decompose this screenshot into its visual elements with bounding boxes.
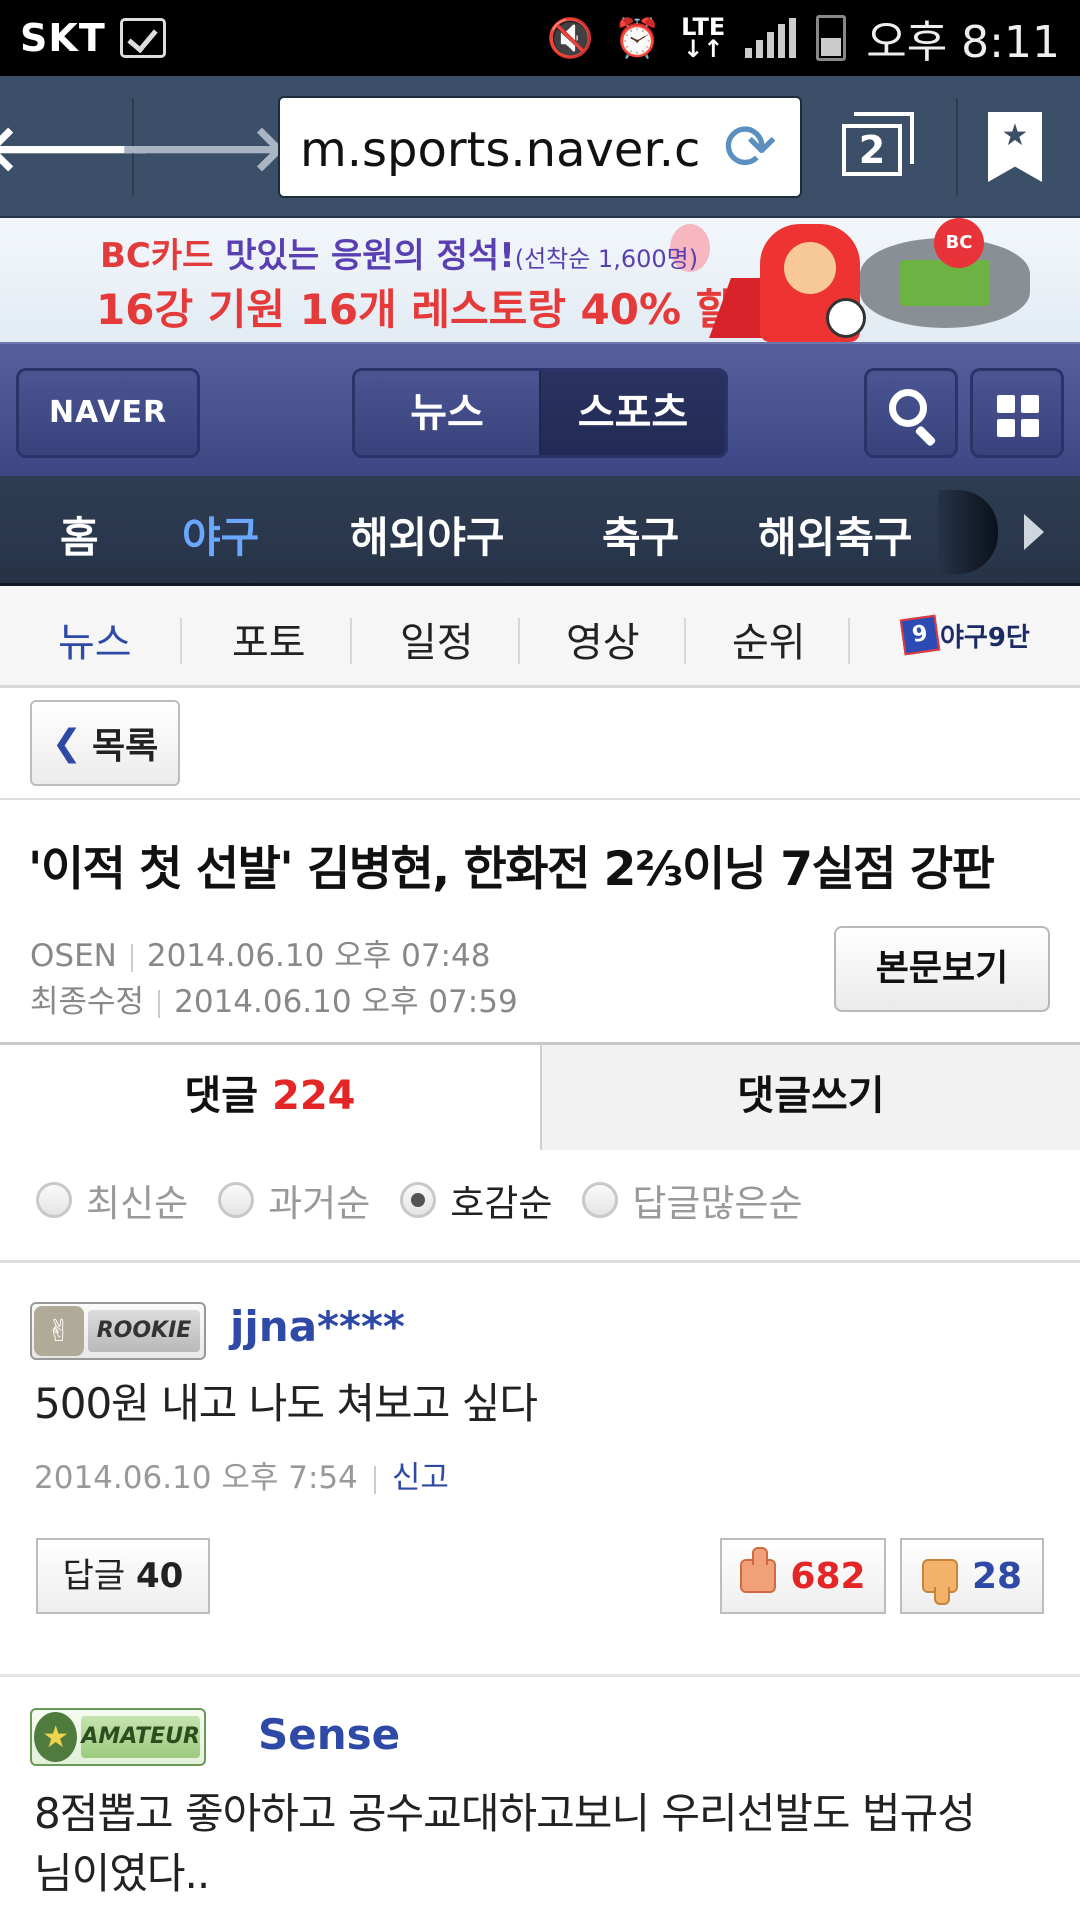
scroll-right-arrow-icon[interactable] — [1024, 514, 1044, 550]
dislike-count: 28 — [971, 1555, 1023, 1597]
comment-username[interactable]: Sense — [258, 1710, 400, 1759]
url-text[interactable]: m.sports.naver.c — [300, 122, 710, 178]
divider — [0, 1260, 1080, 1263]
user-rank-badge: ★ AMATEUR — [30, 1708, 206, 1766]
ad-line-2: 16강 기원 16개 레스토랑 40% 할인 — [96, 285, 773, 334]
divider — [956, 98, 958, 196]
reload-icon[interactable]: ⟳ — [714, 112, 786, 184]
bc-logo: BC — [934, 218, 984, 268]
comment-count: 224 — [272, 1073, 356, 1119]
chevron-left-icon: ❮ — [51, 722, 82, 764]
medal-icon: ★ — [34, 1712, 78, 1762]
ad-banner[interactable]: BC카드 맛있는 응원의 정석!(선착순 1,600명) 16강 기원 16개 … — [0, 218, 1080, 342]
status-bar: SKT 🔇 ⏰ LTE ↓↑ 오후 8:11 — [0, 0, 1080, 76]
comment-text: 500원 내고 나도 쳐보고 싶다 — [34, 1379, 538, 1428]
category-home[interactable]: 홈 — [60, 504, 99, 565]
radio-selected-icon[interactable] — [400, 1182, 437, 1218]
scroll-fade — [938, 490, 998, 574]
article-published-date: 2014.06.10 오후 07:48 — [146, 938, 491, 974]
article-source: OSEN — [30, 938, 117, 974]
category-overseas-soccer[interactable]: 해외축구 — [758, 504, 913, 565]
comment-tabs: 댓글 224 댓글쓰기 — [0, 1042, 1080, 1150]
radio-icon[interactable] — [36, 1182, 72, 1218]
subtab-photo[interactable]: 포토 — [232, 610, 306, 668]
tab-write-comment[interactable]: 댓글쓰기 — [540, 1045, 1080, 1150]
like-button[interactable]: 682 — [720, 1538, 886, 1614]
tab-comments[interactable]: 댓글 224 — [0, 1045, 540, 1150]
address-bar[interactable]: m.sports.naver.c ⟳ — [278, 96, 802, 198]
divider — [0, 1674, 1080, 1677]
mute-icon: 🔇 — [546, 15, 594, 60]
divider — [0, 798, 1080, 800]
carrier-label: SKT — [20, 16, 106, 60]
mascot-face-image — [784, 242, 836, 294]
back-button[interactable]: 🡐 — [0, 76, 153, 218]
comment-meta: 2014.06.10 오후 7:54 신고 — [34, 1452, 449, 1497]
dislike-button[interactable]: 28 — [900, 1538, 1044, 1614]
category-soccer[interactable]: 축구 — [602, 504, 679, 565]
bookmark-button[interactable]: ★ — [988, 112, 1042, 182]
sort-newest[interactable]: 최신순 — [36, 1173, 188, 1227]
comment-date: 2014.06.10 오후 7:54 — [34, 1460, 358, 1496]
peace-hand-icon: ✌ — [34, 1306, 84, 1356]
sports-category-nav: 홈 야구 해외야구 축구 해외축구 — [0, 476, 1080, 586]
tab-sports[interactable]: 스포츠 — [539, 371, 725, 455]
ad-line-1: BC카드 맛있는 응원의 정석!(선착순 1,600명) — [100, 236, 699, 276]
article-headline: '이적 첫 선발' 김병현, 한화전 2⅔이닝 7실점 강판 — [28, 842, 995, 897]
radio-icon[interactable] — [582, 1182, 619, 1218]
subtab-news[interactable]: 뉴스 — [58, 610, 132, 668]
bookmark-icon: ★ — [1001, 118, 1029, 153]
comment-text: 8점뽑고 좋아하고 공수교대하고보니 우리선발도 법규성 님이였다.. — [34, 1789, 976, 1898]
article-modified-meta: 최종수정 2014.06.10 오후 07:59 — [30, 976, 518, 1021]
reply-count: 40 — [136, 1556, 184, 1596]
article-modified-date: 2014.06.10 오후 07:59 — [174, 984, 518, 1020]
subtab-ranking[interactable]: 순위 — [732, 610, 806, 668]
signal-icon — [745, 18, 797, 58]
category-overseas-baseball[interactable]: 해외야구 — [350, 504, 505, 565]
sort-most-replies[interactable]: 답글많은순 — [582, 1173, 803, 1227]
sort-likes[interactable]: 호감순 — [400, 1173, 552, 1227]
search-button[interactable] — [864, 368, 958, 458]
forward-button[interactable]: 🡒 — [117, 76, 289, 218]
sort-oldest[interactable]: 과거순 — [218, 1173, 370, 1227]
tab-news[interactable]: 뉴스 — [355, 371, 539, 455]
user-rank-badge: ✌ ROOKIE — [30, 1302, 206, 1360]
forward-arrow-icon: 🡒 — [117, 111, 289, 186]
subtab-video[interactable]: 영상 — [566, 610, 640, 668]
category-baseball[interactable]: 야구 — [182, 504, 259, 565]
modified-label: 최종수정 — [30, 984, 145, 1020]
alarm-icon: ⏰ — [613, 15, 662, 60]
browser-toolbar: 🡐 🡒 m.sports.naver.c ⟳ 2 ★ — [0, 76, 1080, 218]
menu-button[interactable] — [970, 368, 1064, 458]
subtab-schedule[interactable]: 일정 — [400, 610, 474, 668]
like-count: 682 — [790, 1555, 866, 1597]
radio-icon[interactable] — [218, 1182, 255, 1218]
report-link[interactable]: 신고 — [392, 1460, 449, 1496]
tab-count: 2 — [842, 124, 902, 176]
list-button[interactable]: ❮ 목록 — [30, 700, 180, 786]
naver-header: NAVER 뉴스 스포츠 — [0, 342, 1080, 476]
soccer-ball-image — [826, 298, 866, 338]
naver-logo[interactable]: NAVER — [16, 368, 200, 458]
tabs-button[interactable]: 2 — [842, 112, 918, 178]
thumbs-up-icon — [740, 1547, 777, 1593]
clock: 오후 8:11 — [866, 17, 1060, 68]
thumbs-down-icon — [921, 1559, 958, 1605]
checkbox-notification-icon — [119, 18, 166, 58]
baseball-9dan-logo[interactable]: 9 야구9단 — [899, 614, 1030, 656]
comment-username[interactable]: jjna**** — [230, 1302, 405, 1351]
network-type: LTE ↓↑ — [681, 13, 726, 63]
article-published-meta: OSEN 2014.06.10 오후 07:48 — [30, 930, 490, 975]
view-article-button[interactable]: 본문보기 — [834, 926, 1050, 1012]
section-switcher: 뉴스 스포츠 — [352, 368, 728, 458]
search-icon — [889, 389, 927, 427]
sub-tabs: 뉴스 포토 일정 영상 순위 9 야구9단 — [0, 586, 1080, 688]
battery-icon — [816, 15, 847, 61]
reply-button[interactable]: 답글 40 — [36, 1538, 210, 1614]
sort-options: 최신순 과거순 호감순 답글많은순 — [36, 1172, 833, 1228]
